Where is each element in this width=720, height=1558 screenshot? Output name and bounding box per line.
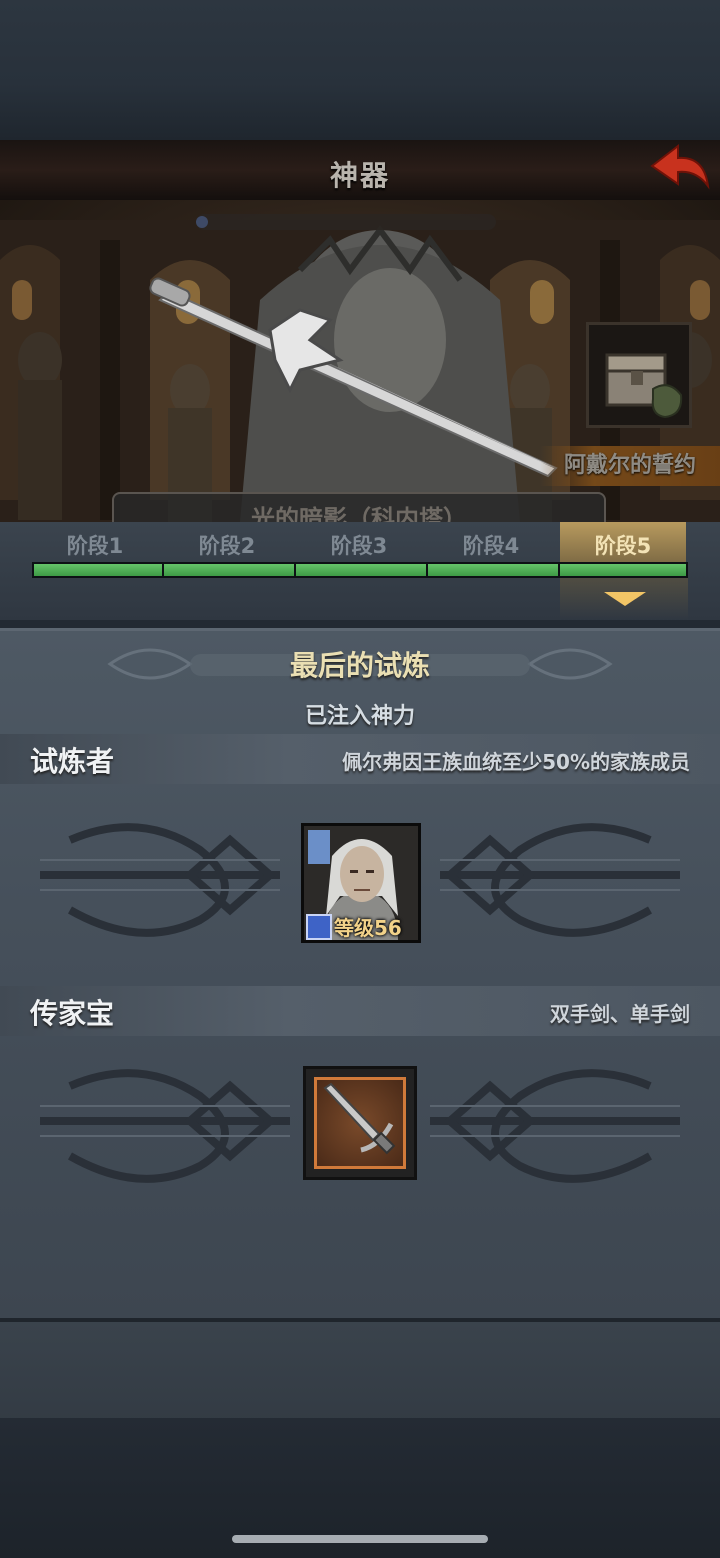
challenger-label: 试炼者 — [30, 745, 115, 778]
hero-level: 等级56 — [334, 916, 402, 940]
tab-stage-4[interactable]: 阶段4 — [428, 522, 554, 564]
stage-progress-fill — [34, 564, 686, 576]
trial-panel — [0, 628, 720, 1321]
tab-stage-2[interactable]: 阶段2 — [164, 522, 290, 564]
challenger-section-header: 试炼者 佩尔弗因王族血统至少50%的家族成员 — [0, 734, 720, 784]
progress-separator — [558, 564, 560, 576]
sword-icon — [323, 1082, 396, 1155]
tab-stage-1[interactable]: 阶段1 — [32, 522, 158, 564]
heirloom-frame — [314, 1077, 406, 1169]
trial-title: 最后的试炼 — [289, 649, 430, 682]
stage-caret-icon — [604, 592, 646, 606]
heirloom-section-header: 传家宝 双手剑、单手剑 — [0, 986, 720, 1036]
home-indicator[interactable] — [232, 1535, 488, 1543]
house-banner-icon — [308, 830, 330, 864]
tab-stage-3[interactable]: 阶段3 — [296, 522, 422, 564]
top-background — [0, 0, 720, 140]
panel-footer — [0, 1318, 720, 1422]
trial-status: 已注入神力 — [304, 704, 415, 729]
challenger-requirement: 佩尔弗因王族血统至少50%的家族成员 — [342, 750, 690, 774]
sword-class-icon — [306, 914, 332, 940]
back-button[interactable] — [648, 142, 712, 194]
progress-separator — [294, 564, 296, 576]
artifact-name: 阿戴尔的誓约 — [540, 446, 720, 486]
progress-separator — [426, 564, 428, 576]
page-title: 神器 — [329, 159, 390, 192]
treasure-chest-icon — [605, 353, 683, 419]
heirloom-slot[interactable] — [303, 1066, 417, 1180]
heirloom-requirement: 双手剑、单手剑 — [550, 1002, 690, 1026]
hero-portrait-card[interactable]: 等级56 — [301, 823, 421, 943]
back-arrow-icon — [650, 143, 710, 190]
treasure-chest-button[interactable] — [586, 322, 692, 428]
progress-separator — [162, 564, 164, 576]
heirloom-label: 传家宝 — [30, 997, 115, 1030]
tab-stage-5[interactable]: 阶段5 — [560, 522, 686, 564]
stage-progress-bar — [32, 562, 688, 578]
header-bar: 神器 — [0, 140, 720, 202]
